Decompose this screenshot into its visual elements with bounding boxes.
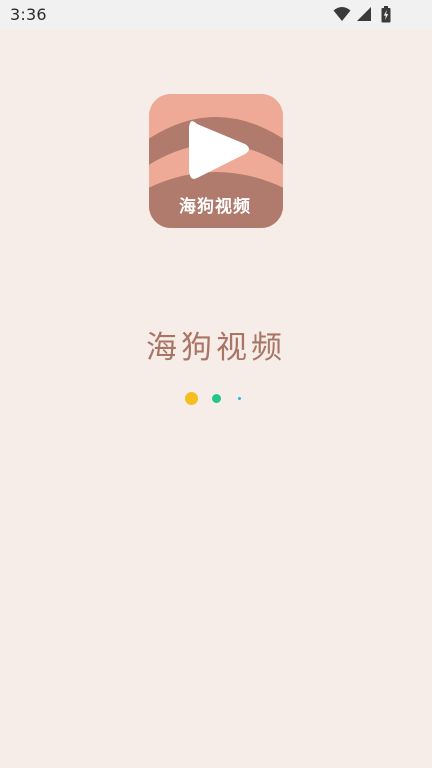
app-logo: 海狗视频 <box>149 94 283 228</box>
status-bar: 3:36 <box>0 0 432 30</box>
signal-icon <box>357 7 371 21</box>
status-time: 3:36 <box>10 5 47 24</box>
app-logo-label: 海狗视频 <box>179 197 251 217</box>
loading-dot <box>185 392 198 405</box>
app-name: 海狗视频 <box>146 330 286 366</box>
wifi-icon <box>333 7 351 21</box>
loading-dot <box>238 397 241 400</box>
splash-screen: 3:36 海狗视频 海狗视频 <box>0 0 432 768</box>
loading-dot <box>212 394 221 403</box>
battery-charging-icon <box>381 6 391 23</box>
